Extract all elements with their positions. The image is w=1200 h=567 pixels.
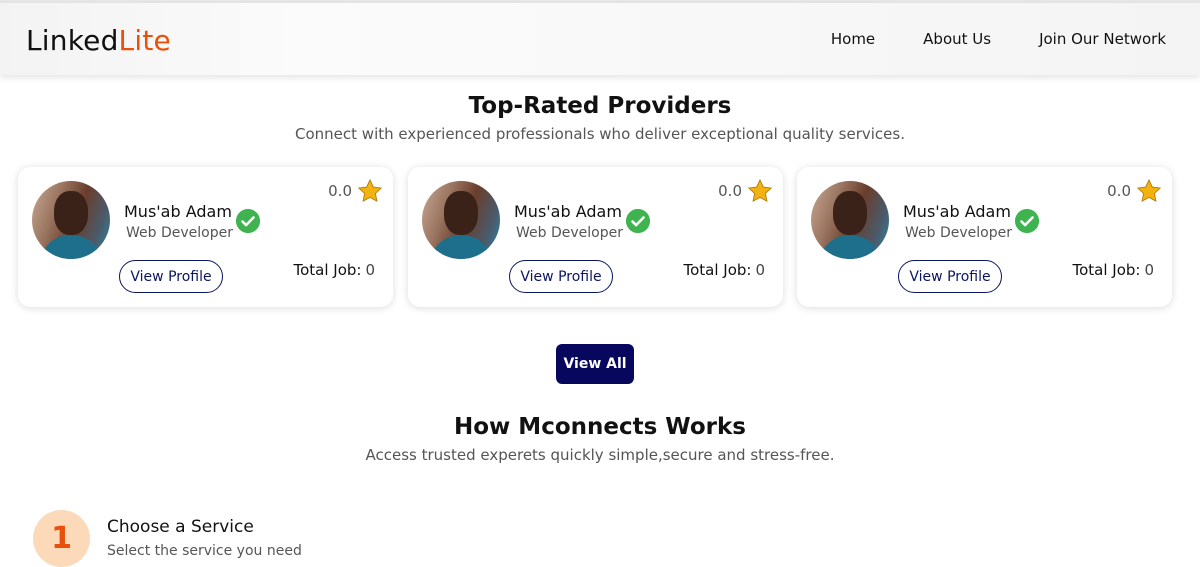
nav-link-join-network[interactable]: Join Our Network xyxy=(1039,30,1166,48)
providers-title: Top-Rated Providers xyxy=(468,93,732,119)
provider-card: 0.0 Mus'ab Adam Web Developer View Profi… xyxy=(408,167,783,307)
star-icon xyxy=(357,178,383,203)
provider-name: Mus'ab Adam xyxy=(514,202,622,221)
verified-check-icon xyxy=(1015,209,1039,233)
rating: 0.0 xyxy=(328,178,383,204)
verified-check-icon xyxy=(236,209,260,233)
provider-name: Mus'ab Adam xyxy=(124,202,232,221)
provider-name: Mus'ab Adam xyxy=(903,202,1011,221)
avatar[interactable] xyxy=(811,181,889,259)
step-number-badge: 1 xyxy=(33,510,90,567)
avatar[interactable] xyxy=(422,181,500,259)
step-title: Choose a Service xyxy=(107,517,254,537)
total-jobs-label: Total Job: xyxy=(1072,261,1141,279)
verified-check-icon xyxy=(626,209,650,233)
provider-role: Web Developer xyxy=(905,225,1012,241)
provider-role: Web Developer xyxy=(516,225,623,241)
how-it-works-title: How Mconnects Works xyxy=(454,414,746,440)
rating-value: 0.0 xyxy=(1107,182,1131,200)
view-all-button[interactable]: View All xyxy=(556,344,634,384)
rating: 0.0 xyxy=(1107,178,1162,204)
star-icon xyxy=(747,178,773,203)
star-icon xyxy=(1136,178,1162,203)
total-jobs: Total Job: 0 xyxy=(1072,261,1154,279)
total-jobs-count: 0 xyxy=(755,261,765,279)
nav-links: Home About Us Join Our Network xyxy=(831,30,1166,48)
provider-card: 0.0 Mus'ab Adam Web Developer View Profi… xyxy=(797,167,1172,307)
total-jobs-label: Total Job: xyxy=(293,261,362,279)
how-it-works-subtitle: Access trusted experets quickly simple,s… xyxy=(365,446,835,464)
nav-link-about-us[interactable]: About Us xyxy=(923,30,991,48)
total-jobs: Total Job: 0 xyxy=(293,261,375,279)
rating-value: 0.0 xyxy=(718,182,742,200)
total-jobs-count: 0 xyxy=(1144,261,1154,279)
provider-card: 0.0 Mus'ab Adam Web Developer View Profi… xyxy=(18,167,393,307)
nav-link-home[interactable]: Home xyxy=(831,30,875,48)
navbar: LinkedLite Home About Us Join Our Networ… xyxy=(0,3,1200,75)
view-profile-button[interactable]: View Profile xyxy=(898,260,1002,293)
total-jobs-label: Total Job: xyxy=(683,261,752,279)
avatar[interactable] xyxy=(32,181,110,259)
total-jobs-count: 0 xyxy=(365,261,375,279)
view-profile-button[interactable]: View Profile xyxy=(509,260,613,293)
brand-accent: Lite xyxy=(118,24,171,57)
provider-role: Web Developer xyxy=(126,225,233,241)
rating-value: 0.0 xyxy=(328,182,352,200)
rating: 0.0 xyxy=(718,178,773,204)
view-profile-button[interactable]: View Profile xyxy=(119,260,223,293)
brand-logo[interactable]: LinkedLite xyxy=(26,24,171,57)
step-description: Select the service you need xyxy=(107,543,302,559)
total-jobs: Total Job: 0 xyxy=(683,261,765,279)
providers-subtitle: Connect with experienced professionals w… xyxy=(295,125,905,143)
brand-primary: Linked xyxy=(26,24,119,57)
